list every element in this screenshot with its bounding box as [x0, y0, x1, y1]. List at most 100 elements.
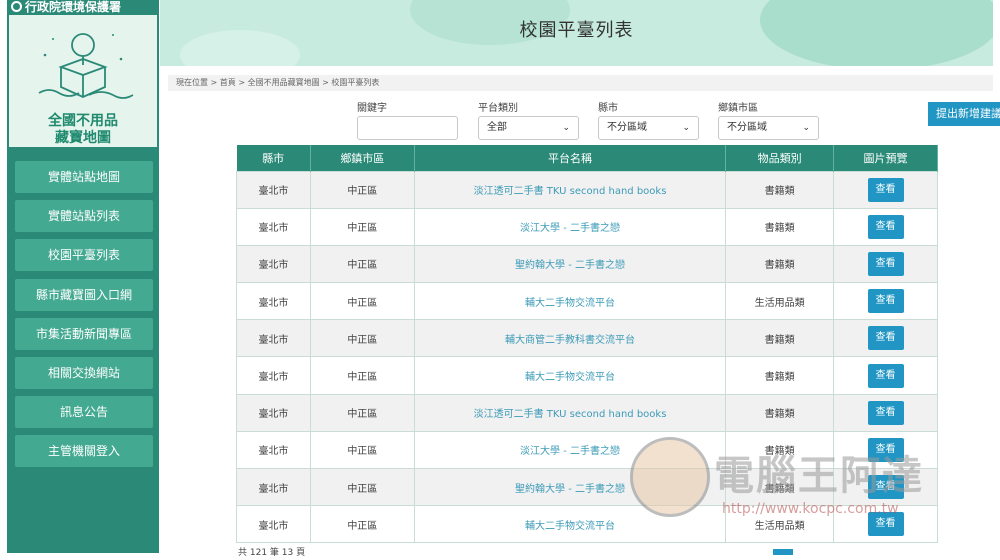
- cell-preview: 查看: [833, 282, 938, 321]
- view-image-button[interactable]: 查看: [867, 363, 904, 388]
- cell-platform-name[interactable]: 輔大商管二手教科書交流平台: [413, 319, 727, 358]
- cell-category: 書籍類: [725, 207, 835, 246]
- view-image-button[interactable]: 查看: [867, 177, 904, 202]
- chevron-down-icon: ⌄: [802, 123, 810, 133]
- pagination-current-page[interactable]: [773, 549, 793, 555]
- cell-city: 臺北市: [236, 356, 311, 395]
- column-header-city: 縣市: [236, 145, 311, 171]
- site-logo-title: 全國不用品 藏寶地圖: [9, 113, 157, 147]
- view-image-button[interactable]: 查看: [867, 475, 904, 500]
- cell-preview: 查看: [833, 467, 938, 507]
- cell-category: 書籍類: [725, 356, 835, 395]
- site-logo[interactable]: 全國不用品 藏寶地圖: [9, 15, 157, 147]
- cell-category: 書籍類: [725, 170, 835, 209]
- chevron-down-icon: ⌄: [562, 123, 570, 133]
- cell-platform-name[interactable]: 輔大二手物交流平台: [413, 505, 727, 544]
- table-row: 臺北市 中正區 淡江大學 - 二手書之戀 書籍類 查看: [236, 430, 938, 470]
- view-image-button[interactable]: 查看: [867, 400, 904, 425]
- table-row: 臺北市 中正區 聖約翰大學 - 二手書之戀 書籍類 查看: [236, 244, 938, 284]
- sidebar-item-exchange-sites[interactable]: 相關交換網站: [15, 356, 153, 389]
- cell-category: 書籍類: [725, 467, 835, 507]
- pagination-summary: 共 121 筆 13 頁: [238, 548, 306, 558]
- sidebar: 行政院環境保護署 全國不用品 藏寶地圖 實體站點地圖 實體站點列表 校園平臺列表…: [7, 0, 159, 553]
- platform-type-select[interactable]: 全部 ⌄: [478, 116, 579, 140]
- sidebar-item-admin-login[interactable]: 主管機關登入: [15, 435, 153, 468]
- sidebar-item-station-map[interactable]: 實體站點地圖: [15, 161, 153, 193]
- cell-city: 臺北市: [236, 430, 311, 470]
- cell-category: 書籍類: [725, 393, 835, 432]
- view-image-button[interactable]: 查看: [867, 214, 904, 239]
- cell-city: 臺北市: [236, 393, 311, 432]
- cell-platform-name[interactable]: 淡江大學 - 二手書之戀: [413, 207, 727, 246]
- column-header-platform-name: 平台名稱: [414, 145, 727, 171]
- cell-district: 中正區: [309, 467, 415, 507]
- view-image-button[interactable]: 查看: [867, 289, 904, 314]
- cell-preview: 查看: [833, 505, 938, 544]
- cell-platform-name[interactable]: 聖約翰大學 - 二手書之戀: [413, 467, 727, 507]
- cell-district: 中正區: [309, 356, 415, 395]
- cell-city: 臺北市: [236, 207, 311, 246]
- keyword-label: 關鍵字: [357, 103, 387, 114]
- breadcrumb[interactable]: 現在位置 > 首頁 > 全國不用品藏寶地圖 > 校園平臺列表: [168, 75, 993, 91]
- cell-district: 中正區: [309, 282, 415, 321]
- cell-platform-name[interactable]: 淡江透可二手書 TKU second hand books: [413, 170, 727, 209]
- page-title: 校園平臺列表: [519, 20, 634, 41]
- cell-category: 書籍類: [725, 244, 835, 284]
- table-row: 臺北市 中正區 淡江透可二手書 TKU second hand books 書籍類 查看: [236, 170, 938, 209]
- logo-title-line1: 全國不用品: [48, 113, 118, 129]
- view-image-button[interactable]: 查看: [867, 251, 904, 276]
- table-row: 臺北市 中正區 輔大二手物交流平台 生活用品類 查看: [236, 282, 938, 321]
- platform-table: 縣市 鄉鎮市區 平台名稱 物品類別 圖片預覽 臺北市 中正區 淡江透可二手書 TKU…: [236, 145, 938, 544]
- cell-platform-name[interactable]: 輔大二手物交流平台: [413, 356, 727, 395]
- sidebar-nav: 實體站點地圖 實體站點列表 校園平臺列表 縣市藏寶圖入口網 市集活動新聞專區 相…: [15, 161, 153, 475]
- cell-platform-name[interactable]: 輔大二手物交流平台: [413, 282, 727, 321]
- table-body: 臺北市 中正區 淡江透可二手書 TKU second hand books 書籍類 查看…: [236, 170, 938, 544]
- cell-preview: 查看: [833, 170, 938, 209]
- district-value: 不分區域: [727, 122, 767, 133]
- table-row: 臺北市 中正區 淡江大學 - 二手書之戀 書籍類 查看: [236, 207, 938, 246]
- cell-district: 中正區: [309, 170, 415, 209]
- district-select[interactable]: 不分區域 ⌄: [718, 116, 819, 140]
- cell-preview: 查看: [833, 244, 938, 284]
- cell-district: 中正區: [309, 505, 415, 544]
- city-value: 不分區域: [607, 122, 647, 133]
- table-header-row: 縣市 鄉鎮市區 平台名稱 物品類別 圖片預覽: [236, 145, 938, 171]
- cell-preview: 查看: [833, 393, 938, 432]
- chevron-down-icon: ⌄: [682, 123, 690, 133]
- cell-category: 書籍類: [725, 319, 835, 358]
- table-row: 臺北市 中正區 輔大二手物交流平台 生活用品類 查看: [236, 505, 938, 544]
- platform-type-value: 全部: [487, 122, 507, 133]
- view-image-button[interactable]: 查看: [867, 326, 904, 351]
- column-header-preview: 圖片預覽: [833, 145, 938, 171]
- column-header-district: 鄉鎮市區: [310, 145, 415, 171]
- agency-logo-icon: [11, 1, 22, 12]
- cell-platform-name[interactable]: 淡江透可二手書 TKU second hand books: [413, 393, 727, 432]
- keyword-input[interactable]: [357, 116, 458, 140]
- agency-name: 行政院環境保護署: [25, 0, 122, 14]
- cell-city: 臺北市: [236, 505, 311, 544]
- cell-district: 中正區: [309, 430, 415, 470]
- cell-platform-name[interactable]: 淡江大學 - 二手書之戀: [413, 430, 727, 470]
- column-header-category: 物品類別: [725, 145, 835, 171]
- sidebar-item-station-list[interactable]: 實體站點列表: [15, 200, 153, 233]
- cell-category: 生活用品類: [725, 282, 835, 321]
- propose-new-button[interactable]: 提出新增建議: [928, 102, 1000, 126]
- view-image-button[interactable]: 查看: [867, 512, 904, 537]
- cell-platform-name[interactable]: 聖約翰大學 - 二手書之戀: [413, 244, 727, 284]
- page-header: 校園平臺列表: [160, 0, 993, 66]
- city-label: 縣市: [598, 103, 618, 114]
- sidebar-item-market-news[interactable]: 市集活動新聞專區: [15, 317, 153, 350]
- view-image-button[interactable]: 查看: [867, 437, 904, 462]
- city-select[interactable]: 不分區域 ⌄: [598, 116, 699, 140]
- agency-header: 行政院環境保護署: [7, 0, 159, 15]
- table-row: 臺北市 中正區 聖約翰大學 - 二手書之戀 書籍類 查看: [236, 467, 938, 507]
- platform-type-label: 平台類別: [478, 103, 518, 114]
- cell-district: 中正區: [309, 244, 415, 284]
- cell-city: 臺北市: [236, 319, 311, 358]
- sidebar-item-county-portal[interactable]: 縣市藏寶圖入口網: [15, 278, 153, 311]
- table-row: 臺北市 中正區 輔大商管二手教科書交流平台 書籍類 查看: [236, 319, 938, 358]
- sidebar-item-announcements[interactable]: 訊息公告: [15, 396, 153, 429]
- sidebar-item-campus-platforms[interactable]: 校園平臺列表: [15, 239, 153, 272]
- page: 行政院環境保護署 全國不用品 藏寶地圖 實體站點地圖 實體站點列表 校園平臺列表…: [0, 0, 1000, 560]
- cell-district: 中正區: [309, 393, 415, 432]
